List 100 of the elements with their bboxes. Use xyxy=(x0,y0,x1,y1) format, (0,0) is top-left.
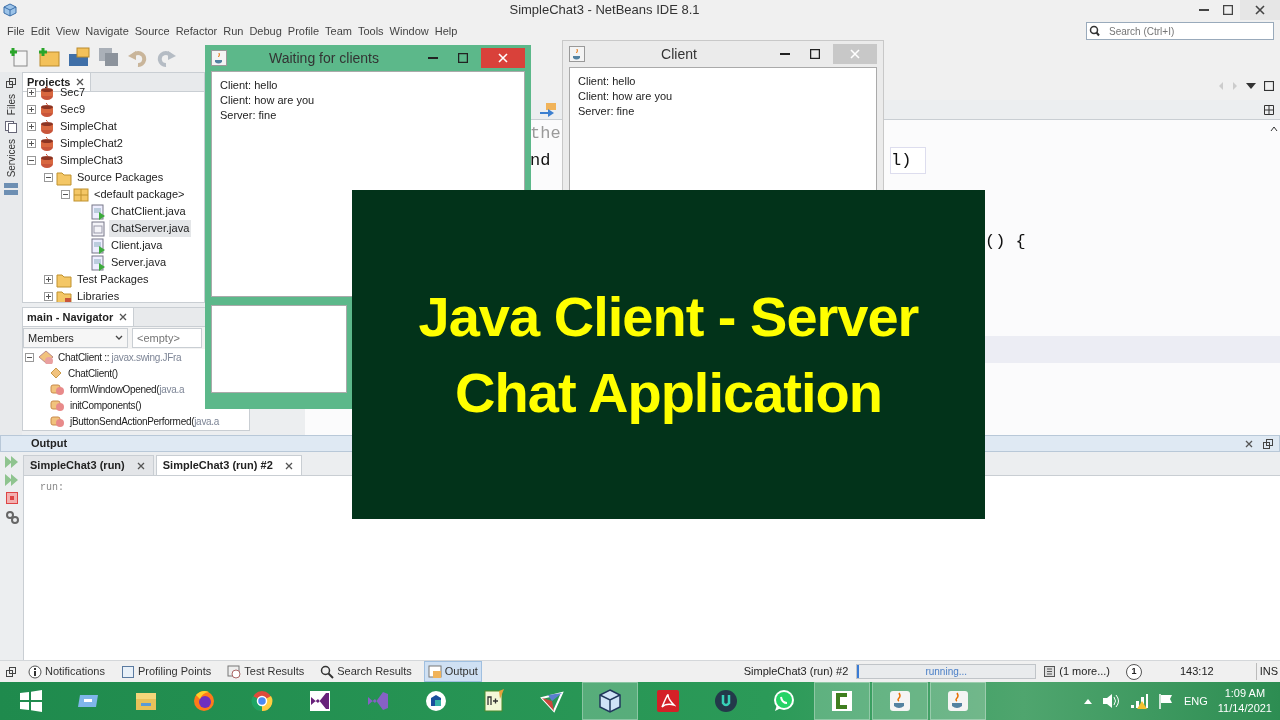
triangle-app-icon xyxy=(540,689,564,713)
tree-item[interactable]: Client.java xyxy=(109,237,165,254)
panel-tab[interactable]: main - Navigator xyxy=(23,308,135,326)
collapse-icon[interactable] xyxy=(44,173,53,182)
close-icon xyxy=(119,313,128,321)
menu-item[interactable]: Refactor xyxy=(172,23,221,39)
status-tab[interactable]: Search Results xyxy=(316,661,416,682)
expand-icon[interactable] xyxy=(27,139,36,148)
status-tab[interactable]: Output xyxy=(423,661,482,682)
grid-icon[interactable] xyxy=(1264,104,1274,115)
tree-item[interactable]: <default package> xyxy=(92,186,187,203)
tree-item[interactable]: SimpleChat2 xyxy=(58,135,125,152)
expand-icon[interactable] xyxy=(27,88,36,97)
search-field[interactable]: Search (Ctrl+I) xyxy=(1086,22,1274,40)
expand-icon[interactable] xyxy=(44,292,53,301)
maximize-icon[interactable] xyxy=(1264,81,1274,91)
menu-item[interactable]: Source xyxy=(131,23,173,39)
clock-date[interactable]: 11/14/2021 xyxy=(1217,701,1272,716)
clock-time[interactable]: 1:09 AM xyxy=(1224,686,1266,701)
menu-item[interactable]: Edit xyxy=(27,23,53,39)
chat-message: Client: hello xyxy=(220,78,279,93)
cup-icon xyxy=(39,101,55,118)
console-tab[interactable]: SimpleChat3 (run) xyxy=(23,455,154,475)
new-file-icon[interactable] xyxy=(10,47,30,67)
menu-item[interactable]: Run xyxy=(220,23,247,39)
tree-item[interactable]: Libraries xyxy=(75,288,122,302)
tree-item[interactable]: Server.java xyxy=(109,254,169,271)
new-project-icon[interactable] xyxy=(38,47,60,67)
tree-item[interactable]: Test Packages xyxy=(75,271,151,288)
open-folder-icon[interactable] xyxy=(68,47,90,67)
tree-item[interactable]: SimpleChat3 xyxy=(58,152,125,169)
speaker-icon[interactable] xyxy=(1101,693,1120,709)
flag-icon[interactable] xyxy=(1157,693,1174,709)
menu-item[interactable]: Profile xyxy=(284,23,322,39)
menu-item[interactable]: Help xyxy=(431,23,461,39)
status-tab[interactable]: Profiling Points xyxy=(116,661,216,682)
message-field[interactable] xyxy=(211,305,347,393)
menu-item[interactable]: File xyxy=(4,23,28,39)
tree-item[interactable]: ChatClient :: javax.swing.JFra xyxy=(56,349,184,365)
menu-item[interactable]: View xyxy=(52,23,83,39)
minimize-icon xyxy=(1199,9,1209,11)
taskbar-button[interactable] xyxy=(814,682,870,720)
expand-icon[interactable] xyxy=(27,105,36,114)
form-file-icon xyxy=(90,254,106,271)
expand-icon[interactable] xyxy=(27,122,36,131)
status-tab[interactable]: Test Results xyxy=(223,661,309,682)
filter-field[interactable]: <empty> xyxy=(132,328,202,348)
collapse-icon[interactable] xyxy=(27,156,36,165)
tree-item[interactable]: Source Packages xyxy=(75,169,166,186)
tree-item[interactable]: initComponents() xyxy=(68,397,144,413)
tasks-icon xyxy=(1044,666,1056,677)
menu-item[interactable]: Window xyxy=(386,23,432,39)
restore-icon[interactable] xyxy=(6,78,16,88)
dropdown-icon[interactable] xyxy=(1246,83,1256,89)
folder-icon xyxy=(56,271,72,288)
tree-item[interactable]: SimpleChat xyxy=(58,118,119,135)
expand-icon[interactable] xyxy=(44,275,53,284)
tree-item[interactable]: ChatClient.java xyxy=(109,203,188,220)
settings-icon[interactable] xyxy=(4,510,19,524)
tab-label: main - Navigator xyxy=(27,309,114,325)
restore-icon[interactable] xyxy=(1263,438,1273,449)
menu-item[interactable]: Tools xyxy=(354,23,387,39)
signal-icon[interactable] xyxy=(1129,693,1148,709)
console-tab[interactable]: SimpleChat3 (run) #2 xyxy=(155,455,302,475)
notification-badge[interactable]: 1 xyxy=(1126,663,1142,680)
output-icon xyxy=(427,664,442,679)
cursor-position: 143:12 xyxy=(1180,664,1214,680)
window-title: Waiting for clients xyxy=(268,48,380,68)
tree-item[interactable]: jButtonSendActionPerformed(java.a xyxy=(68,413,222,429)
collapse-icon[interactable] xyxy=(61,190,70,199)
search-icon xyxy=(320,664,335,679)
arrow-icon[interactable] xyxy=(540,102,556,117)
stop-icon[interactable] xyxy=(5,492,18,504)
tree-item[interactable]: Sec9 xyxy=(58,101,88,118)
tree-item[interactable]: ChatClient() xyxy=(66,365,120,381)
collapse-icon[interactable] xyxy=(25,352,34,362)
caret-up-icon[interactable] xyxy=(1270,126,1278,132)
menu-item[interactable]: Debug xyxy=(246,23,285,39)
tree-item[interactable]: ChatServer.java xyxy=(109,220,192,237)
taskbar-button[interactable] xyxy=(582,682,638,720)
members-dropdown[interactable]: Members xyxy=(23,328,128,348)
restore-icon[interactable] xyxy=(6,666,16,677)
chevron-up-icon[interactable] xyxy=(1083,698,1092,704)
side-tab[interactable]: Files xyxy=(3,94,19,116)
menu-item[interactable]: Navigate xyxy=(82,23,132,39)
cup-icon xyxy=(39,135,55,152)
more-tasks-link[interactable]: (1 more...) xyxy=(1044,663,1110,680)
tree-item[interactable]: formWindowOpened(java.a xyxy=(68,381,187,397)
save-all-icon[interactable] xyxy=(98,47,120,67)
lock-method-icon xyxy=(49,398,65,412)
menu-item[interactable]: Team xyxy=(322,23,355,39)
language-indicator[interactable]: ENG xyxy=(1183,692,1208,710)
side-tab[interactable]: Services xyxy=(3,139,19,178)
close-icon xyxy=(850,49,860,59)
banner-text: Chat Application xyxy=(455,359,882,426)
status-tab[interactable]: Notifications xyxy=(24,661,109,682)
diamond-icon xyxy=(49,366,63,380)
code-text: l) xyxy=(890,146,927,175)
notepad-icon xyxy=(482,689,506,713)
dropdown-value: Members xyxy=(28,330,74,346)
